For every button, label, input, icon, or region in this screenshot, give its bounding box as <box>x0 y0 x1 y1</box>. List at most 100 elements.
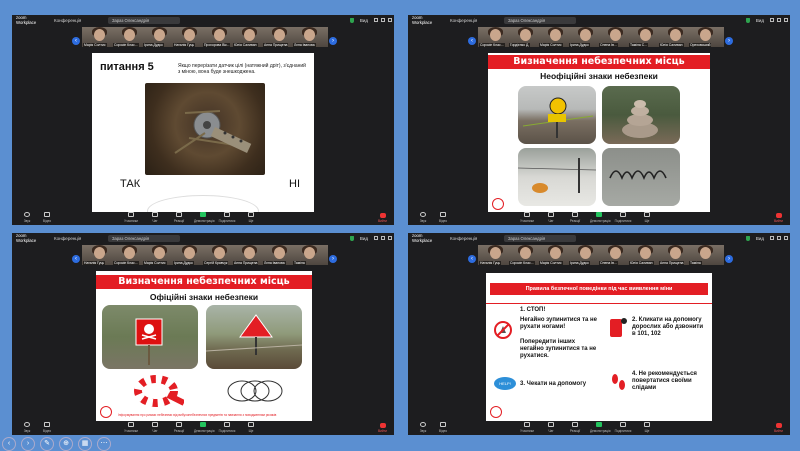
meeting-title[interactable]: Зараз Олександрія <box>504 234 576 242</box>
video-button[interactable]: Відео <box>38 212 56 223</box>
more-button[interactable]: Ще <box>638 422 656 433</box>
slide-banner: Визначення небезпечних місць <box>96 275 312 289</box>
conference-label: Конференція <box>450 236 478 241</box>
view-button[interactable]: Вид <box>360 236 368 241</box>
meeting-toolbar: Звук Відео Учасники Чат Реакції Демонстр… <box>12 212 394 225</box>
share-button[interactable]: Поділитися <box>218 212 236 223</box>
zoom-logo: zoom Workplace <box>16 233 37 243</box>
security-shield-icon[interactable] <box>350 18 354 23</box>
maximize-icon[interactable] <box>777 236 781 240</box>
reactions-button[interactable]: Реакції <box>566 422 584 433</box>
prev-page-icon[interactable]: ‹ <box>468 255 476 263</box>
video-button[interactable]: Відео <box>434 422 452 433</box>
share-button[interactable]: Поділитися <box>614 212 632 223</box>
video-strip: Сорокін Клас... Гордієнко Д. Марія Солти… <box>478 27 724 47</box>
zoom-icon[interactable]: ⊕ <box>59 437 73 451</box>
next-slide-icon[interactable]: › <box>21 437 35 451</box>
stop-icon <box>494 321 512 339</box>
rule-1-heading: 1. СТОП! <box>520 307 546 313</box>
minimize-icon[interactable] <box>770 236 774 240</box>
prev-page-icon[interactable]: ‹ <box>72 37 80 45</box>
meeting-toolbar: Звук Відео Учасники Чат Реакції Демонстр… <box>408 422 790 435</box>
participants-button[interactable]: Учасники <box>122 212 140 223</box>
leave-button[interactable]: Вийти <box>774 213 784 223</box>
participant-thumb[interactable]: Таміла <box>688 245 724 265</box>
close-icon[interactable] <box>388 18 392 22</box>
meeting-title[interactable]: Зараз Олександрія <box>108 16 180 24</box>
participant-thumb[interactable]: Лєна Іванова <box>292 27 328 47</box>
answer-no[interactable]: НІ <box>289 178 300 190</box>
chat-button[interactable]: Чат <box>542 212 560 223</box>
close-icon[interactable] <box>784 18 788 22</box>
share-screen-button[interactable]: Демонстрація <box>194 422 215 433</box>
minimize-icon[interactable] <box>374 18 378 22</box>
share-screen-button[interactable]: Демонстрація <box>194 212 215 223</box>
leave-button[interactable]: Вийти <box>378 213 388 223</box>
chat-button[interactable]: Чат <box>146 422 164 433</box>
red-cross-logo <box>492 198 504 210</box>
participants-button[interactable]: Учасники <box>518 212 536 223</box>
participant-thumb[interactable]: Таміла <box>292 245 328 265</box>
chat-button[interactable]: Чат <box>146 212 164 223</box>
answer-yes[interactable]: ТАК <box>120 178 140 190</box>
next-page-icon[interactable]: › <box>329 37 337 45</box>
reactions-button[interactable]: Реакції <box>170 212 188 223</box>
minimize-icon[interactable] <box>770 18 774 22</box>
video-button[interactable]: Відео <box>434 212 452 223</box>
video-strip: Наталія Гуць Сорокін Клас... Марія Солти… <box>82 245 328 265</box>
view-button[interactable]: Вид <box>756 236 764 241</box>
grid-icon[interactable]: ▦ <box>78 437 92 451</box>
slide-footer: Інформування про ризики небезпеки від ви… <box>118 413 277 417</box>
meeting-title[interactable]: Зараз Олександрія <box>108 234 180 242</box>
close-icon[interactable] <box>784 236 788 240</box>
footprints-icon <box>608 371 628 393</box>
more-button[interactable]: Ще <box>638 212 656 223</box>
maximize-icon[interactable] <box>381 18 385 22</box>
security-shield-icon[interactable] <box>746 236 750 241</box>
participants-button[interactable]: Учасники <box>518 422 536 433</box>
warning-photo-2 <box>602 86 680 144</box>
mute-button[interactable]: Звук <box>414 212 432 223</box>
chat-button[interactable]: Чат <box>542 422 560 433</box>
more-icon[interactable]: ⋯ <box>97 437 111 451</box>
share-screen-button[interactable]: Демонстрація <box>590 212 611 223</box>
participant-thumb[interactable]: Ореховський <box>688 27 724 47</box>
mute-button[interactable]: Звук <box>414 422 432 433</box>
video-strip: Марія Солтис Сорокін Клас... Ірина Дудко… <box>82 27 328 47</box>
meeting-title[interactable]: Зараз Олександрія <box>504 16 576 24</box>
prev-page-icon[interactable]: ‹ <box>468 37 476 45</box>
leave-button[interactable]: Вийти <box>774 423 784 433</box>
rule-2-text: 2. Кликати на допомогу дорослих або дзво… <box>632 317 704 337</box>
close-icon[interactable] <box>388 236 392 240</box>
next-page-icon[interactable]: › <box>725 255 733 263</box>
maximize-icon[interactable] <box>777 18 781 22</box>
share-screen-button[interactable]: Демонстрація <box>590 422 611 433</box>
share-button[interactable]: Поділитися <box>218 422 236 433</box>
security-shield-icon[interactable] <box>746 18 750 23</box>
title-bar: zoom Workplace Конференція Зараз Олександ… <box>408 233 790 244</box>
reactions-button[interactable]: Реакції <box>566 212 584 223</box>
reactions-button[interactable]: Реакції <box>170 422 188 433</box>
participants-button[interactable]: Учасники <box>122 422 140 433</box>
mute-button[interactable]: Звук <box>18 212 36 223</box>
view-button[interactable]: Вид <box>756 18 764 23</box>
next-page-icon[interactable]: › <box>725 37 733 45</box>
leave-button[interactable]: Вийти <box>378 423 388 433</box>
security-shield-icon[interactable] <box>350 236 354 241</box>
zoom-logo: zoom Workplace <box>412 233 433 243</box>
view-button[interactable]: Вид <box>360 18 368 23</box>
pen-icon[interactable]: ✎ <box>40 437 54 451</box>
prev-page-icon[interactable]: ‹ <box>72 255 80 263</box>
prev-slide-icon[interactable]: ‹ <box>2 437 16 451</box>
shared-slide: питання 5 Якщо перерізати датчик цілі (н… <box>92 53 314 213</box>
rule-1-text-b: Попередити інших негайно зупинитися та н… <box>520 339 597 359</box>
title-bar: zoom Workplace Конференція Зараз Олександ… <box>12 15 394 26</box>
divider-line <box>486 303 712 304</box>
next-page-icon[interactable]: › <box>329 255 337 263</box>
share-button[interactable]: Поділитися <box>614 422 632 433</box>
more-button[interactable]: Ще <box>242 212 260 223</box>
maximize-icon[interactable] <box>381 236 385 240</box>
minimize-icon[interactable] <box>374 236 378 240</box>
more-button[interactable]: Ще <box>242 422 260 433</box>
slide-banner: Правила безпечної поведінки під час вияв… <box>490 283 708 295</box>
